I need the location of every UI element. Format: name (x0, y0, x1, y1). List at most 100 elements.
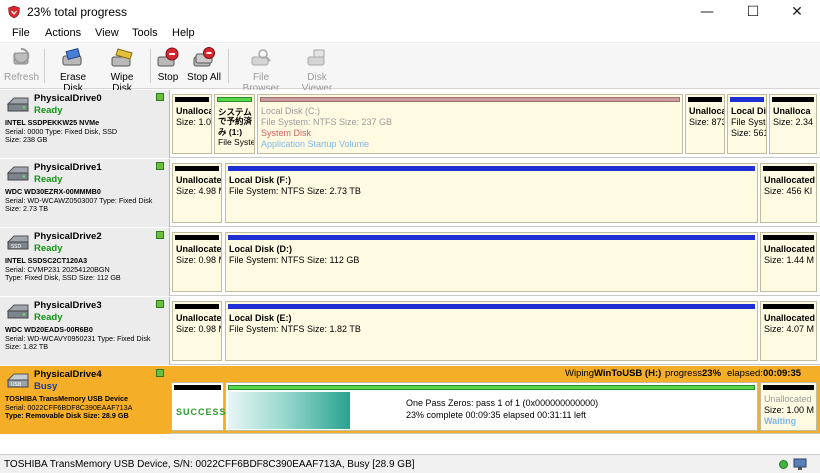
drive-name: PhysicalDrive4 (34, 369, 102, 380)
disk-viewer-icon (307, 49, 325, 66)
drive-size: Size: 2.73 TB (5, 204, 49, 213)
stop-all-button[interactable]: Stop All (186, 47, 222, 87)
drive-model: INTEL SSDPEKKW25 NVMe (5, 118, 100, 127)
drive-name: PhysicalDrive0 (34, 93, 102, 104)
partition-local-disk-e[interactable]: Local Disk (E:) File System: NTFS Size: … (225, 301, 758, 361)
menu-help[interactable]: Help (172, 27, 195, 39)
partition-bar (763, 235, 814, 240)
status-ok-icon (779, 460, 788, 469)
partition-local-disk[interactable]: Local Dis File Syste Size: 561 (727, 94, 767, 154)
drive-model: WDC WD20EADS-00R6B0 (5, 325, 93, 334)
file-browser-button[interactable]: File Browser (236, 47, 286, 94)
partition-bar (763, 166, 814, 171)
menu-view[interactable]: View (95, 27, 119, 39)
wipe-target: WinToUSB (H:) (594, 368, 662, 379)
network-icon (793, 458, 807, 470)
wipe-progress-panel[interactable]: One Pass Zeros: pass 1 of 1 (0x000000000… (225, 382, 758, 431)
toolbar-separator (150, 49, 151, 83)
partition-bar (174, 385, 221, 390)
drive-row[interactable]: PhysicalDrive1 Ready WDC WD30EZRX-00MMMB… (0, 159, 820, 227)
drive-info-panel[interactable]: PhysicalDrive1 Ready WDC WD30EZRX-00MMMB… (0, 159, 170, 227)
drive-info-panel[interactable]: SSD PhysicalDrive2 Ready INTEL SSDSC2CT1… (0, 228, 170, 296)
wipe-time-info: 23% complete 00:09:35 elapsed 00:31:11 l… (406, 410, 586, 420)
partition-bar (228, 385, 755, 390)
drive-status: Ready (34, 105, 63, 116)
refresh-button[interactable]: Refresh (4, 47, 39, 87)
erase-disk-icon (62, 47, 82, 66)
progress-value: 23% (702, 368, 722, 379)
drive-status: Ready (34, 312, 63, 323)
drive-model: TOSHIBA TransMemory USB Device (5, 394, 129, 403)
disk-viewer-button[interactable]: Disk Viewer (292, 47, 342, 94)
toolbar-separator (44, 49, 45, 83)
wipe-pass-info: One Pass Zeros: pass 1 of 1 (0x000000000… (406, 398, 599, 408)
drive-status-indicator (156, 93, 164, 101)
drive-size: Type: Fixed Disk, SSD Size: 112 GB (5, 273, 121, 282)
partition-local-disk-d[interactable]: Local Disk (D:) File System: NTFS Size: … (225, 232, 758, 292)
drive-row-busy[interactable]: USB PhysicalDrive4 Busy TOSHIBA TransMem… (0, 366, 820, 434)
drive-name: PhysicalDrive1 (34, 162, 102, 173)
partition-unallocated[interactable]: Unalloca Size: 873 (685, 94, 725, 154)
partition-unallocated[interactable]: Unallocated Size: 4.07 M (760, 301, 817, 361)
status-text: TOSHIBA TransMemory USB Device, S/N: 002… (4, 459, 415, 470)
drive-size: Size: 1.82 TB (5, 342, 49, 351)
partition-unallocated[interactable]: Unalloca Size: 2.34 (769, 94, 817, 154)
maximize-button[interactable]: ☐ (730, 0, 776, 24)
partition-bar (228, 166, 755, 171)
drive-size: Type: Removable Disk Size: 28.9 GB (5, 411, 129, 420)
menu-bar: File Actions View Tools Help (0, 24, 820, 43)
app-shield-icon (8, 5, 20, 19)
drive-name: PhysicalDrive3 (34, 300, 102, 311)
drive-status-indicator (156, 300, 164, 308)
partition-unallocated[interactable]: Unallocated Size: 4.98 M (172, 163, 222, 223)
partition-system-reserved[interactable]: システム で予約済 み (1:) File Syster (214, 94, 255, 154)
minimize-button[interactable]: — (684, 0, 730, 24)
partition-unallocated[interactable]: Unallocated Size: 0.98 M (172, 232, 222, 292)
stop-button[interactable]: Stop (154, 47, 182, 87)
partition-bar (763, 304, 814, 309)
menu-tools[interactable]: Tools (132, 27, 158, 39)
drive-row[interactable]: PhysicalDrive0 Ready INTEL SSDPEKKW25 NV… (0, 90, 820, 158)
partition-bar (217, 97, 252, 102)
drive-info-panel[interactable]: PhysicalDrive0 Ready INTEL SSDPEKKW25 NV… (0, 90, 170, 158)
drive-size: Size: 238 GB (5, 135, 48, 144)
wipe-disk-button[interactable]: Wipe Disk (100, 47, 144, 94)
file-browser-icon (251, 49, 271, 66)
progress-label: progress: (665, 368, 705, 379)
drive-status-indicator (156, 162, 164, 170)
drive-model: WDC WD30EZRX-00MMMB0 (5, 187, 101, 196)
partition-unallocated[interactable]: Unallocated Size: 456 Kl (760, 163, 817, 223)
hard-drive-icon (6, 166, 29, 181)
drive-row[interactable]: PhysicalDrive3 Ready WDC WD20EADS-00R6B0… (0, 297, 820, 365)
partition-bar (175, 304, 219, 309)
close-button[interactable]: ✕ (774, 0, 820, 24)
toolbar-separator (228, 49, 229, 83)
partition-unallocated[interactable]: Unallocated Size: 1.00 M Waiting (760, 382, 817, 431)
partition-bar (175, 166, 219, 171)
drive-status-indicator (156, 231, 164, 239)
menu-file[interactable]: File (12, 27, 30, 39)
partition-bar (175, 97, 209, 102)
drive-row[interactable]: SSD PhysicalDrive2 Ready INTEL SSDSC2CT1… (0, 228, 820, 296)
svg-text:USB: USB (11, 382, 22, 388)
partition-unallocated[interactable]: Unallocated Size: 1.44 M (760, 232, 817, 292)
stop-icon (157, 47, 179, 67)
stop-all-icon (193, 47, 215, 67)
erase-disk-button[interactable]: Erase Disk (50, 47, 96, 94)
partition-unallocated[interactable]: Unallocated Size: 0.98 M (172, 301, 222, 361)
partition-local-disk-f[interactable]: Local Disk (F:) File System: NTFS Size: … (225, 163, 758, 223)
partition-bar (175, 235, 219, 240)
wipe-result-cell[interactable]: SUCCESS (171, 382, 227, 431)
drive-status: Busy (34, 381, 58, 392)
drive-info-panel[interactable]: USB PhysicalDrive4 Busy TOSHIBA TransMem… (0, 366, 170, 434)
partition-unallocated[interactable]: Unalloca Size: 1.00 (172, 94, 212, 154)
drive-status: Ready (34, 174, 63, 185)
drive-info-panel[interactable]: PhysicalDrive3 Ready WDC WD20EADS-00R6B0… (0, 297, 170, 365)
partition-local-disk-c[interactable]: Local Disk (C:) File System: NTFS Size: … (257, 94, 683, 154)
drive-status-indicator (156, 369, 164, 377)
wipe-disk-icon (111, 48, 133, 67)
menu-actions[interactable]: Actions (45, 27, 81, 39)
wipe-result: SUCCESS (176, 407, 227, 417)
partition-bar (688, 97, 722, 102)
svg-text:SSD: SSD (11, 244, 21, 250)
